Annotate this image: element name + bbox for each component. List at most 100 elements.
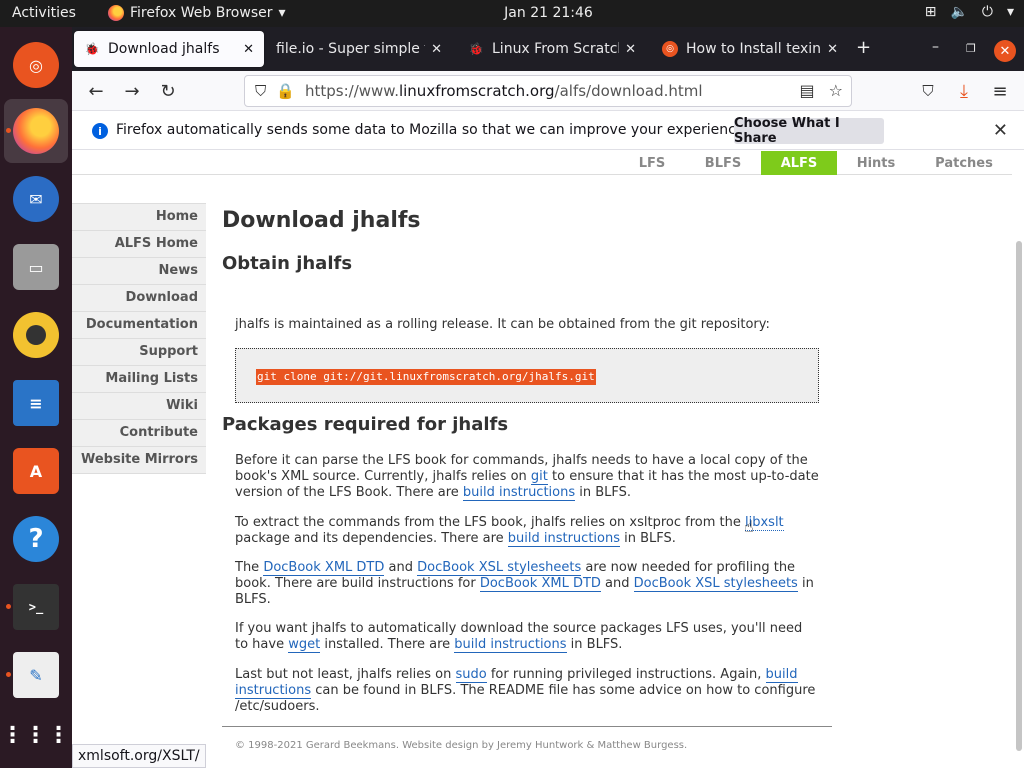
dock-text-editor[interactable]: ✎ bbox=[4, 643, 68, 707]
link-wget[interactable]: wget bbox=[288, 637, 321, 653]
terminal-icon: >_ bbox=[13, 584, 59, 630]
grid-icon: ⋮⋮⋮ bbox=[1, 722, 71, 748]
help-icon: ? bbox=[13, 516, 59, 562]
dock-rhythmbox[interactable] bbox=[4, 303, 68, 367]
dock-ubuntu-software-logo[interactable]: ◎ bbox=[4, 33, 68, 97]
tab-linux-from-scratch[interactable]: 🐞 Linux From Scratch ✕ bbox=[458, 31, 646, 67]
text: and bbox=[600, 576, 634, 591]
site-tab-patches[interactable]: Patches bbox=[924, 151, 1004, 175]
site-tab-hints[interactable]: Hints bbox=[844, 151, 908, 175]
vertical-scrollbar[interactable] bbox=[1016, 241, 1022, 751]
text: can be found in BLFS. The README file ha… bbox=[235, 683, 816, 714]
section-heading-obtain: Obtain jhalfs bbox=[222, 253, 353, 274]
text: Last but not least, jhalfs relies on bbox=[235, 667, 456, 682]
software-center-icon: A bbox=[13, 448, 59, 494]
reader-view-icon[interactable]: ▤ bbox=[800, 81, 815, 100]
chevron-down-icon: ▾ bbox=[1006, 4, 1014, 20]
back-button[interactable]: ← bbox=[84, 79, 108, 103]
volume-icon: 🔈 bbox=[950, 4, 968, 20]
url-domain: linuxfromscratch.org bbox=[398, 82, 555, 100]
paragraph-xsltproc: To extract the commands from the LFS boo… bbox=[235, 515, 819, 547]
link-sudo[interactable]: sudo bbox=[455, 667, 487, 683]
page-content: LFS BLFS ALFS Hints Patches Home ALFS Ho… bbox=[72, 151, 1024, 768]
link-docbook-xsl[interactable]: DocBook XSL stylesheets bbox=[633, 576, 798, 592]
favicon-icon: 🐞 bbox=[468, 42, 484, 56]
minimize-button[interactable]: – bbox=[932, 39, 939, 55]
reload-button[interactable]: ↻ bbox=[156, 79, 180, 103]
site-tab-lfs[interactable]: LFS bbox=[622, 151, 682, 175]
git-clone-command[interactable]: git clone git://git.linuxfromscratch.org… bbox=[256, 369, 596, 385]
link-build-instructions[interactable]: build instructions bbox=[462, 485, 576, 501]
tab-file-io[interactable]: file.io - Super simple file ✕ bbox=[266, 31, 452, 67]
tab-title: Download jhalfs bbox=[108, 41, 220, 57]
dock-firefox[interactable] bbox=[4, 99, 68, 163]
url-prefix: https://www. bbox=[305, 82, 399, 100]
new-tab-button[interactable]: + bbox=[856, 37, 871, 58]
url-bar[interactable]: ⛉ 🔒 https://www.linuxfromscratch.org/alf… bbox=[244, 75, 852, 107]
sidebar-item-contribute[interactable]: Contribute bbox=[72, 420, 206, 447]
tab-install-texinfo[interactable]: ◎ How to Install texinfo ✕ bbox=[652, 31, 848, 67]
link-build-instructions[interactable]: build instructions bbox=[454, 637, 567, 653]
dock-show-applications[interactable]: ⋮⋮⋮ bbox=[1, 703, 71, 767]
window-close-button[interactable]: ✕ bbox=[994, 40, 1016, 62]
text: To extract the commands from the LFS boo… bbox=[235, 515, 745, 530]
shield-icon[interactable]: ⛉ bbox=[255, 82, 266, 100]
obtain-paragraph: jhalfs is maintained as a rolling releas… bbox=[235, 317, 770, 332]
rhythmbox-icon bbox=[13, 312, 59, 358]
close-icon[interactable]: ✕ bbox=[993, 120, 1008, 141]
link-docbook-xml-dtd[interactable]: DocBook XML DTD bbox=[479, 576, 601, 592]
dock-terminal[interactable]: >_ bbox=[4, 575, 68, 639]
dock-libreoffice-writer[interactable]: ≡ bbox=[4, 371, 68, 435]
dock-ubuntu-software[interactable]: A bbox=[4, 439, 68, 503]
close-icon[interactable]: ✕ bbox=[431, 42, 442, 57]
tab-title: Linux From Scratch bbox=[492, 41, 620, 57]
sidebar-item-website-mirrors[interactable]: Website Mirrors bbox=[72, 447, 206, 474]
gnome-top-bar: Activities Firefox Web Browser ▾ Jan 21 … bbox=[0, 0, 1024, 27]
tab-bar: 🐞 Download jhalfs ✕ file.io - Super simp… bbox=[72, 27, 1024, 71]
clock[interactable]: Jan 21 21:46 bbox=[0, 5, 1024, 21]
tab-download-jhalfs[interactable]: 🐞 Download jhalfs ✕ bbox=[74, 31, 264, 67]
forward-button[interactable]: → bbox=[120, 79, 144, 103]
lock-icon[interactable]: 🔒 bbox=[276, 82, 295, 100]
sidebar-item-wiki[interactable]: Wiki bbox=[72, 393, 206, 420]
system-tray[interactable]: ⊞ 🔈 ⏻ ▾ bbox=[925, 4, 1014, 20]
sidebar: Home ALFS Home News Download Documentati… bbox=[72, 203, 206, 474]
text: in BLFS. bbox=[575, 485, 632, 500]
link-docbook-xml-dtd[interactable]: DocBook XML DTD bbox=[263, 560, 385, 576]
close-icon[interactable]: ✕ bbox=[243, 42, 254, 57]
menu-icon[interactable]: ≡ bbox=[988, 79, 1012, 103]
sidebar-item-documentation[interactable]: Documentation bbox=[72, 312, 206, 339]
site-tab-blfs[interactable]: BLFS bbox=[692, 151, 754, 175]
close-icon[interactable]: ✕ bbox=[827, 42, 838, 57]
text: installed. There are bbox=[320, 637, 455, 652]
sidebar-item-news[interactable]: News bbox=[72, 258, 206, 285]
maximize-button[interactable]: ❐ bbox=[966, 42, 976, 55]
site-tab-alfs[interactable]: ALFS bbox=[761, 151, 837, 175]
page-title: Download jhalfs bbox=[222, 208, 421, 233]
dock-files[interactable]: ▭ bbox=[4, 235, 68, 299]
ubuntu-logo-icon: ◎ bbox=[13, 42, 59, 88]
url-text[interactable]: https://www.linuxfromscratch.org/alfs/do… bbox=[305, 82, 703, 100]
text: in BLFS. bbox=[566, 637, 623, 652]
power-icon: ⏻ bbox=[981, 4, 993, 20]
choose-what-i-share-button[interactable]: Choose What I Share bbox=[734, 116, 884, 146]
link-git[interactable]: git bbox=[530, 469, 548, 485]
sidebar-item-support[interactable]: Support bbox=[72, 339, 206, 366]
downloads-icon[interactable]: ⤓ bbox=[952, 79, 976, 103]
dock-help[interactable]: ? bbox=[4, 507, 68, 571]
sidebar-item-alfs-home[interactable]: ALFS Home bbox=[72, 231, 206, 258]
sidebar-item-mailing-lists[interactable]: Mailing Lists bbox=[72, 366, 206, 393]
hand-cursor-icon: ☝ bbox=[744, 517, 754, 536]
sidebar-item-download[interactable]: Download bbox=[72, 285, 206, 312]
paragraph-docbook: The DocBook XML DTD and DocBook XSL styl… bbox=[235, 560, 819, 608]
bookmark-star-icon[interactable]: ☆ bbox=[829, 81, 843, 100]
firefox-window: 🐞 Download jhalfs ✕ file.io - Super simp… bbox=[72, 27, 1024, 768]
running-indicator bbox=[6, 128, 11, 133]
link-build-instructions[interactable]: build instructions bbox=[507, 531, 620, 547]
pocket-icon[interactable]: ⛉ bbox=[916, 79, 940, 103]
dock-thunderbird[interactable]: ✉ bbox=[4, 167, 68, 231]
close-icon[interactable]: ✕ bbox=[625, 42, 636, 57]
link-docbook-xsl[interactable]: DocBook XSL stylesheets bbox=[417, 560, 582, 576]
sidebar-item-home[interactable]: Home bbox=[72, 204, 206, 231]
text: in BLFS. bbox=[620, 531, 676, 546]
